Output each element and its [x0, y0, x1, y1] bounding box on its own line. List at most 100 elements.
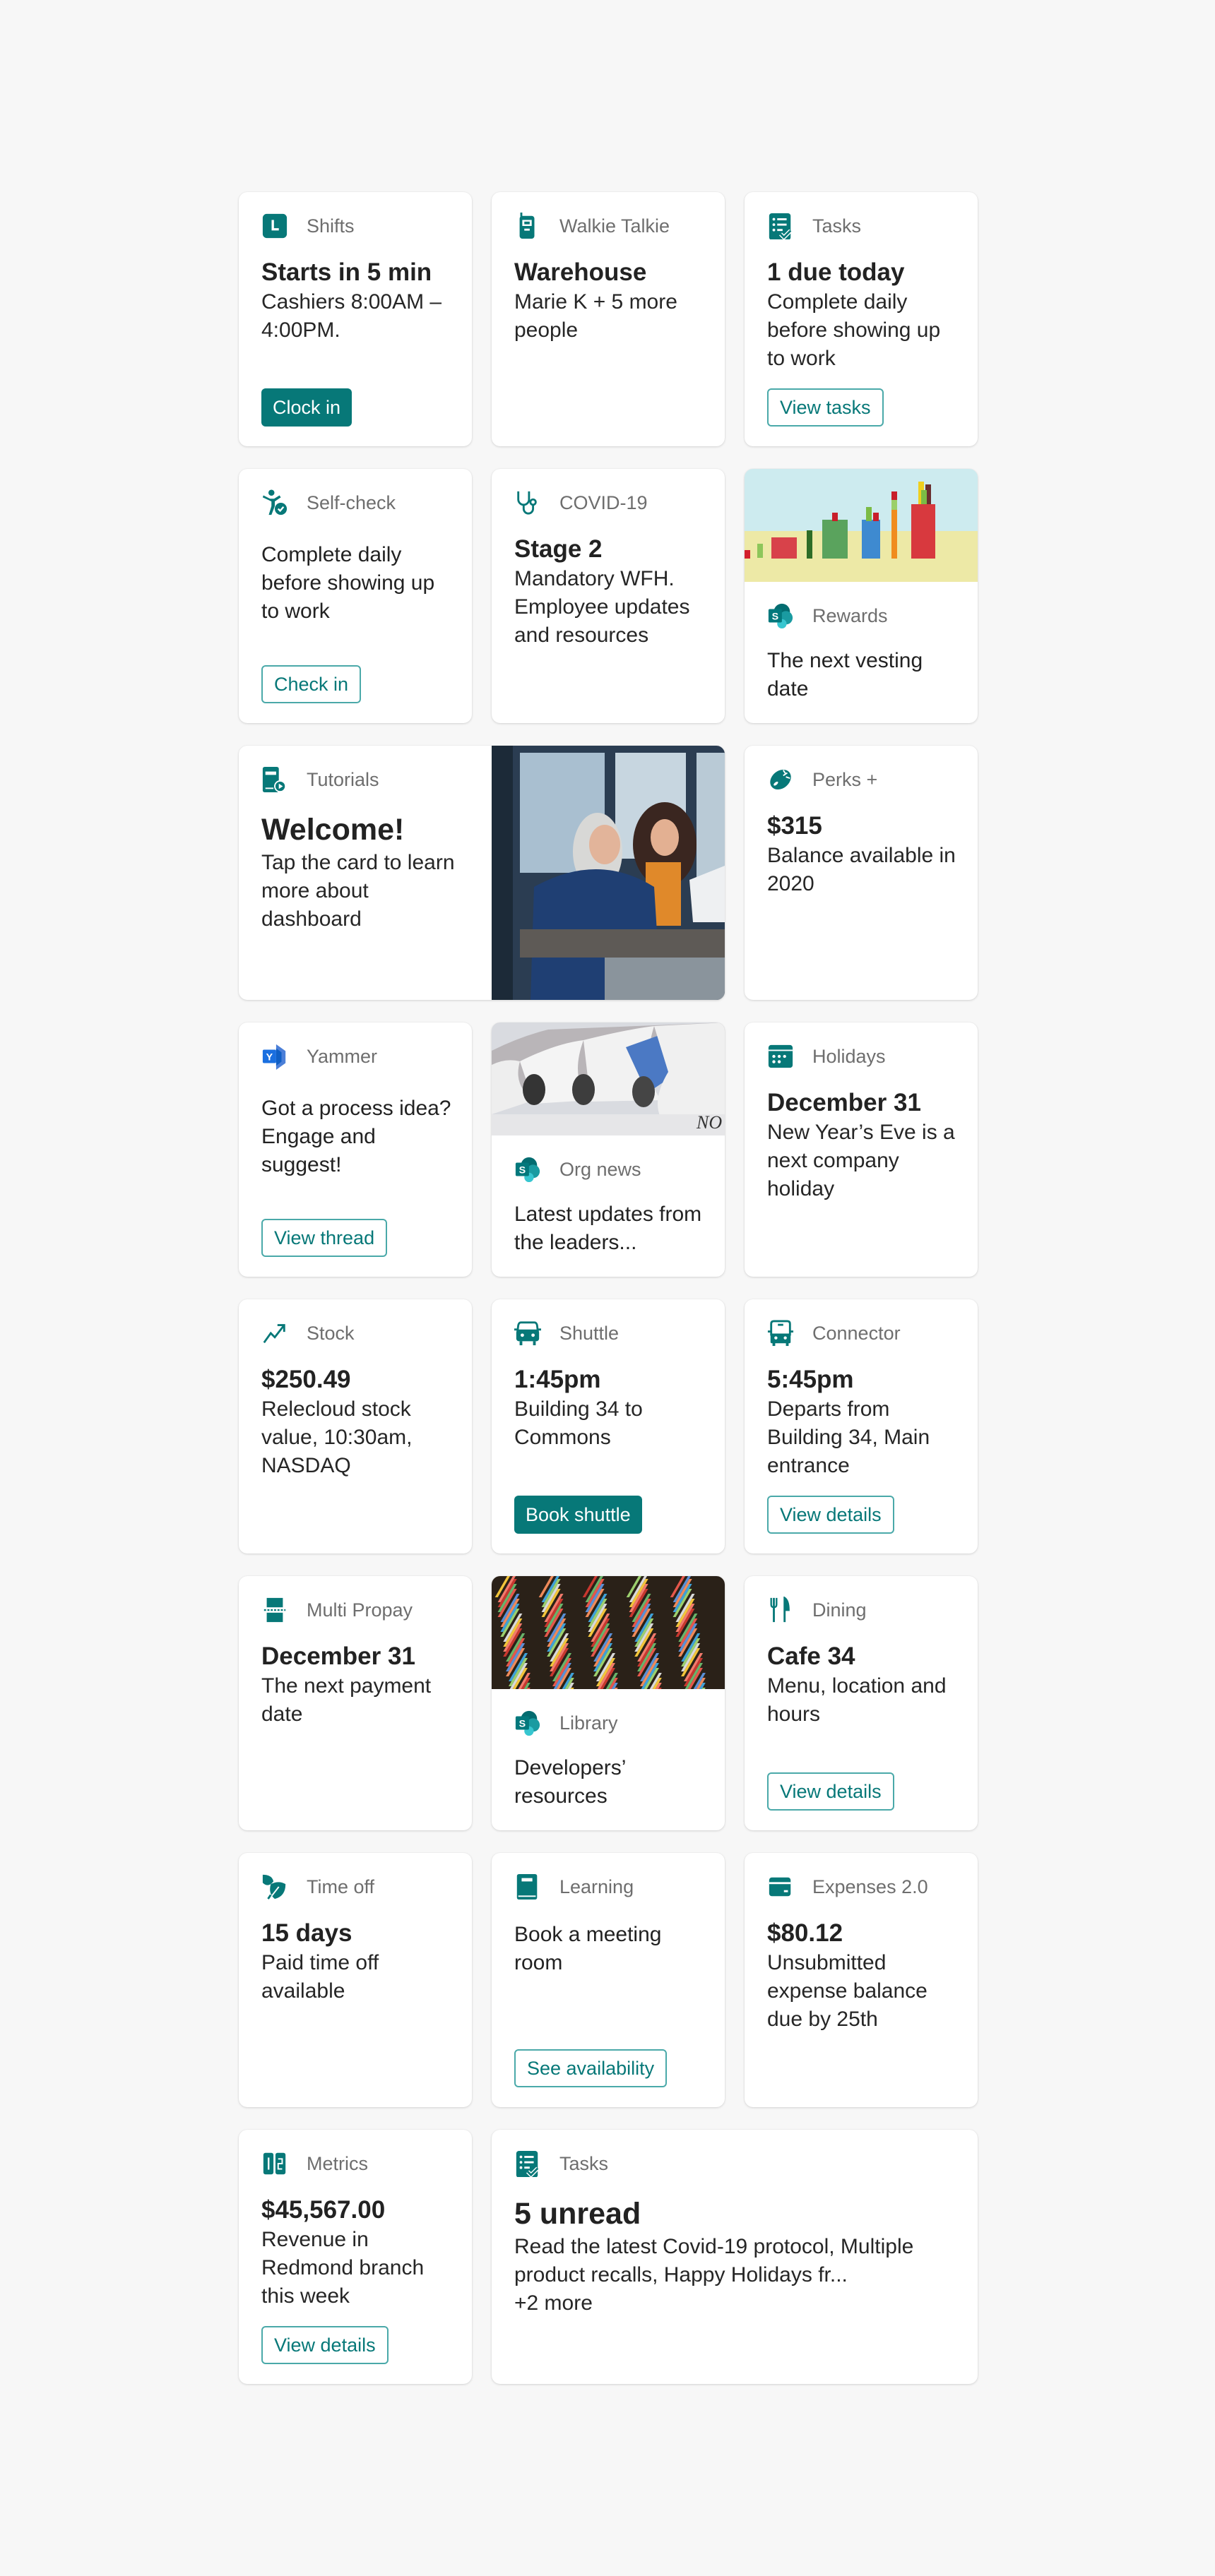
two-women-at-desk-photo — [492, 746, 725, 1000]
yammer-icon: Y — [261, 1042, 290, 1071]
card-title: Cafe 34 — [767, 1642, 855, 1670]
book-icon — [514, 1873, 543, 1901]
tasks-checklist-icon — [514, 2149, 543, 2178]
trending-up-icon — [261, 1319, 290, 1347]
card-body: Developers’ resources — [514, 1756, 626, 1808]
card-title: $250.49 — [261, 1366, 351, 1393]
shifts-card[interactable]: Shifts Starts in 5 min Cashiers 8:00AM –… — [239, 192, 472, 446]
stock-card[interactable]: Stock $250.49 Relecloud stock value, 10:… — [239, 1299, 472, 1554]
view-details-button[interactable]: View details — [767, 1772, 894, 1811]
covid-card[interactable]: COVID-19 Stage 2 Mandatory WFH. Employee… — [492, 469, 725, 723]
clock-in-button[interactable]: Clock in — [261, 388, 352, 427]
card-label: Metrics — [307, 2152, 368, 2174]
card-title: 15 days — [261, 1919, 352, 1947]
card-label: Dining — [812, 1599, 867, 1621]
see-availability-button[interactable]: See availability — [514, 2049, 668, 2087]
dining-card[interactable]: Dining Cafe 34 Menu, location and hours … — [745, 1576, 978, 1830]
metrics-card[interactable]: Metrics $45,567.00 Revenue in Redmond br… — [239, 2130, 472, 2384]
sharepoint-icon: S — [767, 602, 795, 630]
card-body: New Year’s Eve is a next company holiday — [767, 1121, 955, 1200]
card-label: Connector — [812, 1322, 901, 1344]
library-card[interactable]: S Library Developers’ resources — [492, 1576, 725, 1830]
wallet-card-icon — [767, 1873, 795, 1901]
card-title: 5 unread — [514, 2197, 641, 2231]
card-title: $80.12 — [767, 1919, 843, 1947]
card-body: The next vesting date — [767, 649, 923, 700]
card-label: COVID-19 — [559, 491, 648, 513]
calendar-icon — [767, 1042, 795, 1071]
svg-text:S: S — [519, 1719, 526, 1730]
tasks-unread-card[interactable]: Tasks 5 unread Read the latest Covid-19 … — [492, 2130, 978, 2384]
connector-card[interactable]: Connector 5:45pm Departs from Building 3… — [745, 1299, 978, 1554]
view-details-button[interactable]: View details — [767, 1496, 894, 1534]
newspapers-photo: NO — [492, 1022, 725, 1135]
card-label: Multi Propay — [307, 1599, 413, 1621]
card-body: Book a meeting room — [514, 1923, 662, 1974]
svg-text:NO: NO — [696, 1112, 722, 1133]
card-title: $45,567.00 — [261, 2196, 386, 2224]
multi-propay-card[interactable]: Multi Propay December 31 The next paymen… — [239, 1576, 472, 1830]
card-body: Menu, location and hours — [767, 1674, 947, 1726]
svg-text:S: S — [772, 612, 779, 623]
shifts-clock-icon — [261, 212, 290, 240]
walkie-talkie-card[interactable]: Walkie Talkie Warehouse Marie K + 5 more… — [492, 192, 725, 446]
card-label: Holidays — [812, 1045, 886, 1067]
bus-icon — [767, 1319, 795, 1347]
view-tasks-button[interactable]: View tasks — [767, 388, 884, 427]
expenses-card[interactable]: Expenses 2.0 $80.12 Unsubmitted expense … — [745, 1853, 978, 2107]
self-check-person-icon — [261, 489, 290, 517]
card-label: Yammer — [307, 1045, 378, 1067]
card-body: Mandatory WFH. Employee updates and reso… — [514, 567, 690, 647]
tasks-card[interactable]: Tasks 1 due today Complete daily before … — [745, 192, 978, 446]
card-label: Org news — [559, 1158, 641, 1180]
card-title: $315 — [767, 812, 822, 840]
card-label: Tasks — [559, 2152, 609, 2174]
card-title: December 31 — [261, 1642, 415, 1670]
perks-card[interactable]: Perks + $315 Balance available in 2020 — [745, 746, 978, 1000]
org-news-card[interactable]: NO S Org news Latest updates from the le… — [492, 1022, 725, 1277]
stethoscope-icon — [514, 489, 543, 517]
card-body: Revenue in Redmond branch this week — [261, 2228, 425, 2308]
svg-text:Y: Y — [266, 1052, 273, 1063]
card-label: Shuttle — [559, 1322, 620, 1344]
check-in-button[interactable]: Check in — [261, 665, 362, 703]
fork-knife-icon — [767, 1596, 795, 1624]
card-label: Learning — [559, 1876, 634, 1897]
view-details-button[interactable]: View details — [261, 2326, 389, 2364]
card-title: Stage 2 — [514, 535, 603, 563]
more-count: +2 more — [514, 2291, 593, 2315]
card-title: Starts in 5 min — [261, 258, 432, 286]
card-title: 1 due today — [767, 258, 905, 286]
perks-ball-icon — [767, 765, 795, 794]
metrics-number-icon — [261, 2149, 290, 2178]
svg-text:S: S — [519, 1165, 526, 1176]
card-body: Balance available in 2020 — [767, 844, 956, 895]
view-thread-button[interactable]: View thread — [261, 1219, 388, 1257]
rewards-card[interactable]: S Rewards The next vesting date — [745, 469, 978, 723]
time-off-card[interactable]: Time off 15 days Paid time off available — [239, 1853, 472, 2107]
tutorial-book-play-icon — [261, 765, 290, 794]
yammer-card[interactable]: Y Yammer Got a process idea? Engage and … — [239, 1022, 472, 1277]
sharepoint-icon: S — [514, 1155, 543, 1183]
leaf-icon — [261, 1873, 290, 1901]
holidays-card[interactable]: Holidays December 31 New Year’s Eve is a… — [745, 1022, 978, 1277]
card-body: The next payment date — [261, 1674, 432, 1726]
tutorials-card[interactable]: Tutorials Welcome! Tap the card to learn… — [239, 746, 725, 1000]
card-body: Building 34 to Commons — [514, 1397, 643, 1449]
vehicle-car-icon — [514, 1319, 543, 1347]
card-label: Library — [559, 1712, 618, 1734]
self-check-card[interactable]: Self-check Complete daily before showing… — [239, 469, 472, 723]
bookshelves-photo — [492, 1576, 725, 1721]
card-label: Walkie Talkie — [559, 215, 670, 237]
card-label: Shifts — [307, 215, 355, 237]
card-title: Welcome! — [261, 813, 405, 847]
card-label: Time off — [307, 1876, 375, 1897]
card-label: Perks + — [812, 768, 878, 790]
book-shuttle-button[interactable]: Book shuttle — [514, 1496, 642, 1534]
card-label: Rewards — [812, 604, 888, 626]
shuttle-card[interactable]: Shuttle 1:45pm Building 34 to Commons Bo… — [492, 1299, 725, 1554]
card-body: Relecloud stock value, 10:30am, NASDAQ — [261, 1397, 413, 1477]
card-title: Warehouse — [514, 258, 647, 286]
learning-card[interactable]: Learning Book a meeting room See availab… — [492, 1853, 725, 2107]
card-label: Self-check — [307, 491, 396, 513]
